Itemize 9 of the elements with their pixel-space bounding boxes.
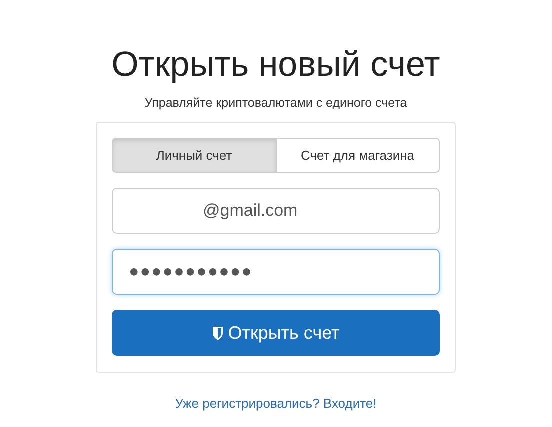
page-title: Открыть новый счет bbox=[112, 44, 440, 86]
account-type-tab[interactable]: Личный счет bbox=[112, 138, 276, 173]
account-type-tab[interactable]: Счет для магазина bbox=[276, 138, 440, 173]
subtitle: Управляйте криптовалютами с единого счета bbox=[144, 96, 408, 110]
shield-icon bbox=[212, 326, 224, 340]
password-field[interactable]: ●●●●●●●●●●● bbox=[112, 249, 440, 295]
open-account-button[interactable]: Открыть счет bbox=[112, 310, 440, 356]
email-field[interactable]: @gmail.com bbox=[112, 188, 440, 234]
login-link[interactable]: Уже регистрировались? Входите! bbox=[175, 396, 377, 411]
